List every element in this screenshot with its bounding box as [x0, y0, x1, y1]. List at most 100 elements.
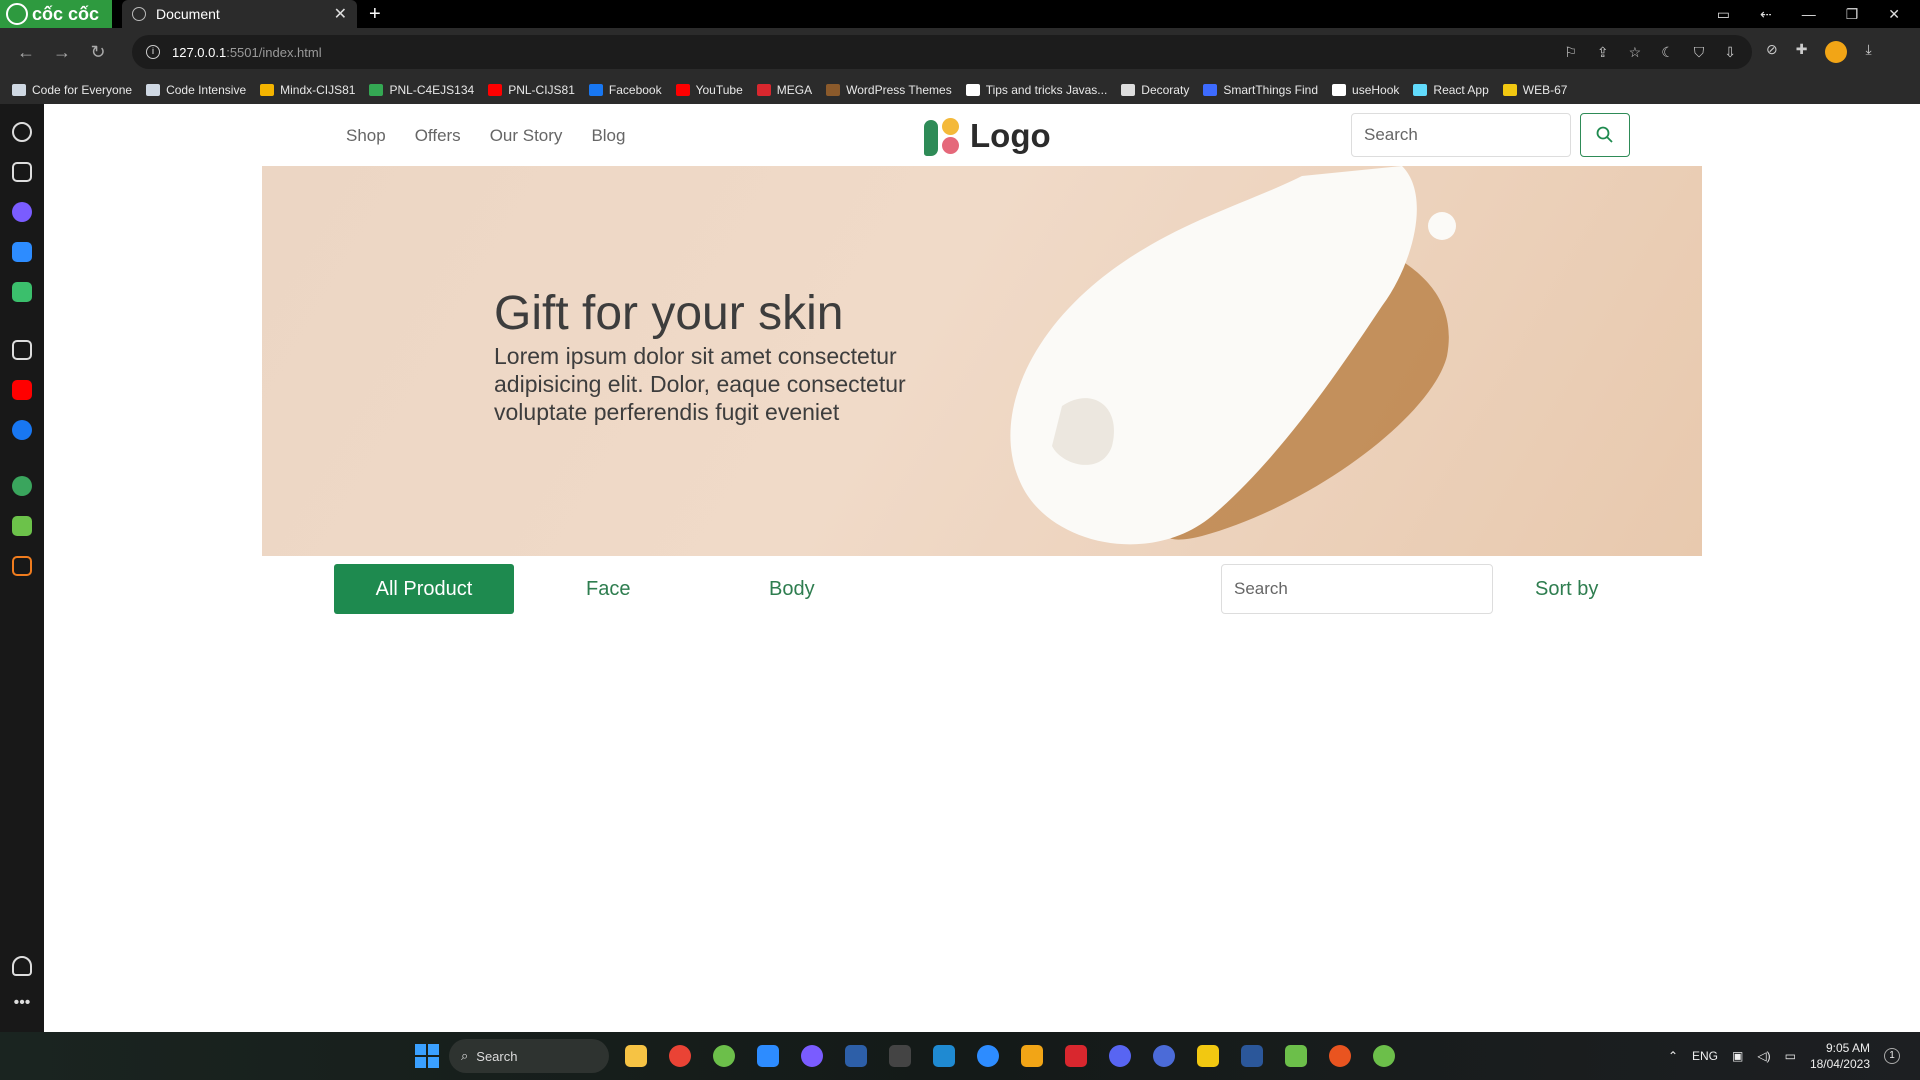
url-host: 127.0.0.1	[172, 44, 227, 60]
messenger-icon[interactable]	[12, 202, 32, 222]
windows-start-icon[interactable]	[415, 1044, 439, 1068]
share-icon[interactable]: ⇪	[1597, 44, 1609, 61]
notification-bell-icon[interactable]	[12, 956, 32, 976]
youtube-icon[interactable]	[12, 380, 32, 400]
volume-icon[interactable]: ◁)	[1757, 1049, 1770, 1063]
bookmark-favicon-icon	[12, 84, 26, 96]
file-explorer-icon[interactable]	[619, 1039, 653, 1073]
discord-icon[interactable]	[1103, 1039, 1137, 1073]
bookmark-item[interactable]: PNL-C4EJS134	[369, 83, 474, 97]
browser-brand[interactable]: cốc cốc	[0, 0, 112, 28]
close-tab-icon[interactable]: ✕	[334, 4, 347, 24]
language-indicator[interactable]: ENG	[1692, 1049, 1718, 1063]
chevron-up-icon[interactable]: ⌃	[1668, 1049, 1678, 1063]
downloads-icon[interactable]: ⤓	[1865, 41, 1871, 63]
hero-title: Gift for your skin	[494, 287, 844, 340]
bookmark-item[interactable]: YouTube	[675, 83, 743, 97]
new-tab-button[interactable]: +	[369, 3, 381, 26]
compass-icon[interactable]: ⊘	[1766, 41, 1778, 63]
bookmark-item[interactable]: Code Intensive	[146, 83, 246, 97]
word-icon[interactable]	[1235, 1039, 1269, 1073]
header-search-input[interactable]	[1351, 113, 1571, 157]
reading-mode-icon[interactable]: ▭	[1717, 6, 1730, 23]
all-product-button[interactable]: All Product	[334, 564, 514, 614]
nav-blog[interactable]: Blog	[591, 126, 625, 146]
battery-icon[interactable]: ▭	[1785, 1049, 1796, 1063]
header-search-button[interactable]	[1580, 113, 1630, 157]
star-icon[interactable]: ☆	[1629, 44, 1642, 61]
add-sidebar-item-icon[interactable]	[12, 340, 32, 360]
vscode-icon[interactable]	[927, 1039, 961, 1073]
zalo-icon[interactable]	[12, 242, 32, 262]
tab-back-icon[interactable]: ⇠	[1760, 6, 1772, 23]
puzzle-icon[interactable]: ✚	[1796, 41, 1808, 63]
filter-face[interactable]: Face	[586, 578, 630, 601]
site-logo[interactable]: Logo	[924, 116, 1051, 156]
coccoc-icon	[6, 3, 28, 25]
bookmark-item[interactable]: Mindx-CIJS81	[260, 83, 355, 97]
bookmark-item[interactable]: MEGA	[756, 83, 812, 97]
sticky-notes-icon[interactable]	[1191, 1039, 1225, 1073]
site-header: Shop Offers Our Story Blog Logo	[44, 104, 1920, 166]
minimize-button[interactable]: —	[1802, 6, 1816, 23]
git-icon[interactable]	[1279, 1039, 1313, 1073]
network-app-icon[interactable]	[1147, 1039, 1181, 1073]
download-page-icon[interactable]: ⇩	[1724, 44, 1736, 61]
facebook-icon[interactable]	[12, 420, 32, 440]
nav-our-story[interactable]: Our Story	[490, 126, 563, 146]
cart-icon[interactable]	[12, 556, 32, 576]
bookmark-item[interactable]: WordPress Themes	[826, 83, 952, 97]
ubuntu-icon[interactable]	[1323, 1039, 1357, 1073]
zoom-icon[interactable]	[971, 1039, 1005, 1073]
hero-banner: Gift for your skin Lorem ipsum dolor sit…	[262, 166, 1702, 556]
game-controller-icon[interactable]	[12, 282, 32, 302]
translate-icon[interactable]: ⚐	[1564, 44, 1577, 61]
filter-body[interactable]: Body	[769, 578, 815, 601]
forward-arrow-icon[interactable]: →	[50, 42, 74, 63]
bookmark-item[interactable]: Decoraty	[1121, 83, 1189, 97]
bookmark-item[interactable]: Tips and tricks Javas...	[965, 83, 1107, 97]
zalo-taskbar-icon[interactable]	[751, 1039, 785, 1073]
browser-tab[interactable]: Document ✕	[122, 0, 357, 28]
bookmark-item[interactable]: Facebook	[588, 83, 662, 97]
product-search-input[interactable]	[1221, 564, 1493, 614]
coccoc-active-icon[interactable]	[1367, 1039, 1401, 1073]
football-icon[interactable]	[12, 476, 32, 496]
bookmark-item[interactable]: PNL-CIJS81	[488, 83, 575, 97]
star-app-icon[interactable]	[1015, 1039, 1049, 1073]
notification-count-badge[interactable]: 1	[1884, 1048, 1900, 1064]
coccoc-taskbar-icon[interactable]	[707, 1039, 741, 1073]
profile-avatar[interactable]	[1825, 41, 1848, 63]
nav-offers[interactable]: Offers	[415, 126, 461, 146]
terminal-icon[interactable]	[883, 1039, 917, 1073]
sort-by-button[interactable]: Sort by	[1535, 578, 1598, 601]
history-icon[interactable]	[12, 122, 32, 142]
more-options-icon[interactable]: •••	[12, 995, 32, 1016]
messenger-taskbar-icon[interactable]	[795, 1039, 829, 1073]
logo-mark-icon	[924, 116, 964, 156]
dev-icon[interactable]	[839, 1039, 873, 1073]
globe-icon	[132, 7, 146, 21]
chrome-icon[interactable]	[663, 1039, 697, 1073]
nav-shop[interactable]: Shop	[346, 126, 386, 146]
restore-button[interactable]: ❐	[1846, 6, 1859, 23]
back-arrow-icon[interactable]: ←	[14, 42, 38, 63]
bookmark-item[interactable]: Code for Everyone	[12, 83, 132, 97]
bookmark-item[interactable]: WEB-67	[1502, 83, 1567, 97]
reload-icon[interactable]: ↻	[86, 42, 110, 63]
close-window-button[interactable]: ✕	[1888, 6, 1900, 23]
bookmark-item[interactable]: SmartThings Find	[1203, 83, 1318, 97]
reading-list-icon[interactable]	[12, 162, 32, 182]
clock[interactable]: 9:05 AM 18/04/2023	[1810, 1040, 1870, 1072]
taskbar-search[interactable]: ⌕ Search	[449, 1039, 609, 1073]
network-icon[interactable]: ▣	[1732, 1049, 1743, 1063]
red-app-icon[interactable]	[1059, 1039, 1093, 1073]
shopping-icon[interactable]	[12, 516, 32, 536]
site-info-icon[interactable]: i	[146, 45, 160, 59]
address-bar[interactable]: i 127.0.0.1:5501/index.html ⚐ ⇪ ☆ ☾ ⛉ ⇩	[132, 35, 1752, 69]
dark-mode-icon[interactable]: ☾	[1661, 44, 1674, 61]
bookmark-item[interactable]: React App	[1413, 83, 1489, 97]
bookmark-item[interactable]: useHook	[1332, 83, 1399, 97]
shield-icon[interactable]: ⛉	[1694, 44, 1705, 61]
bookmark-label: WordPress Themes	[846, 83, 952, 97]
